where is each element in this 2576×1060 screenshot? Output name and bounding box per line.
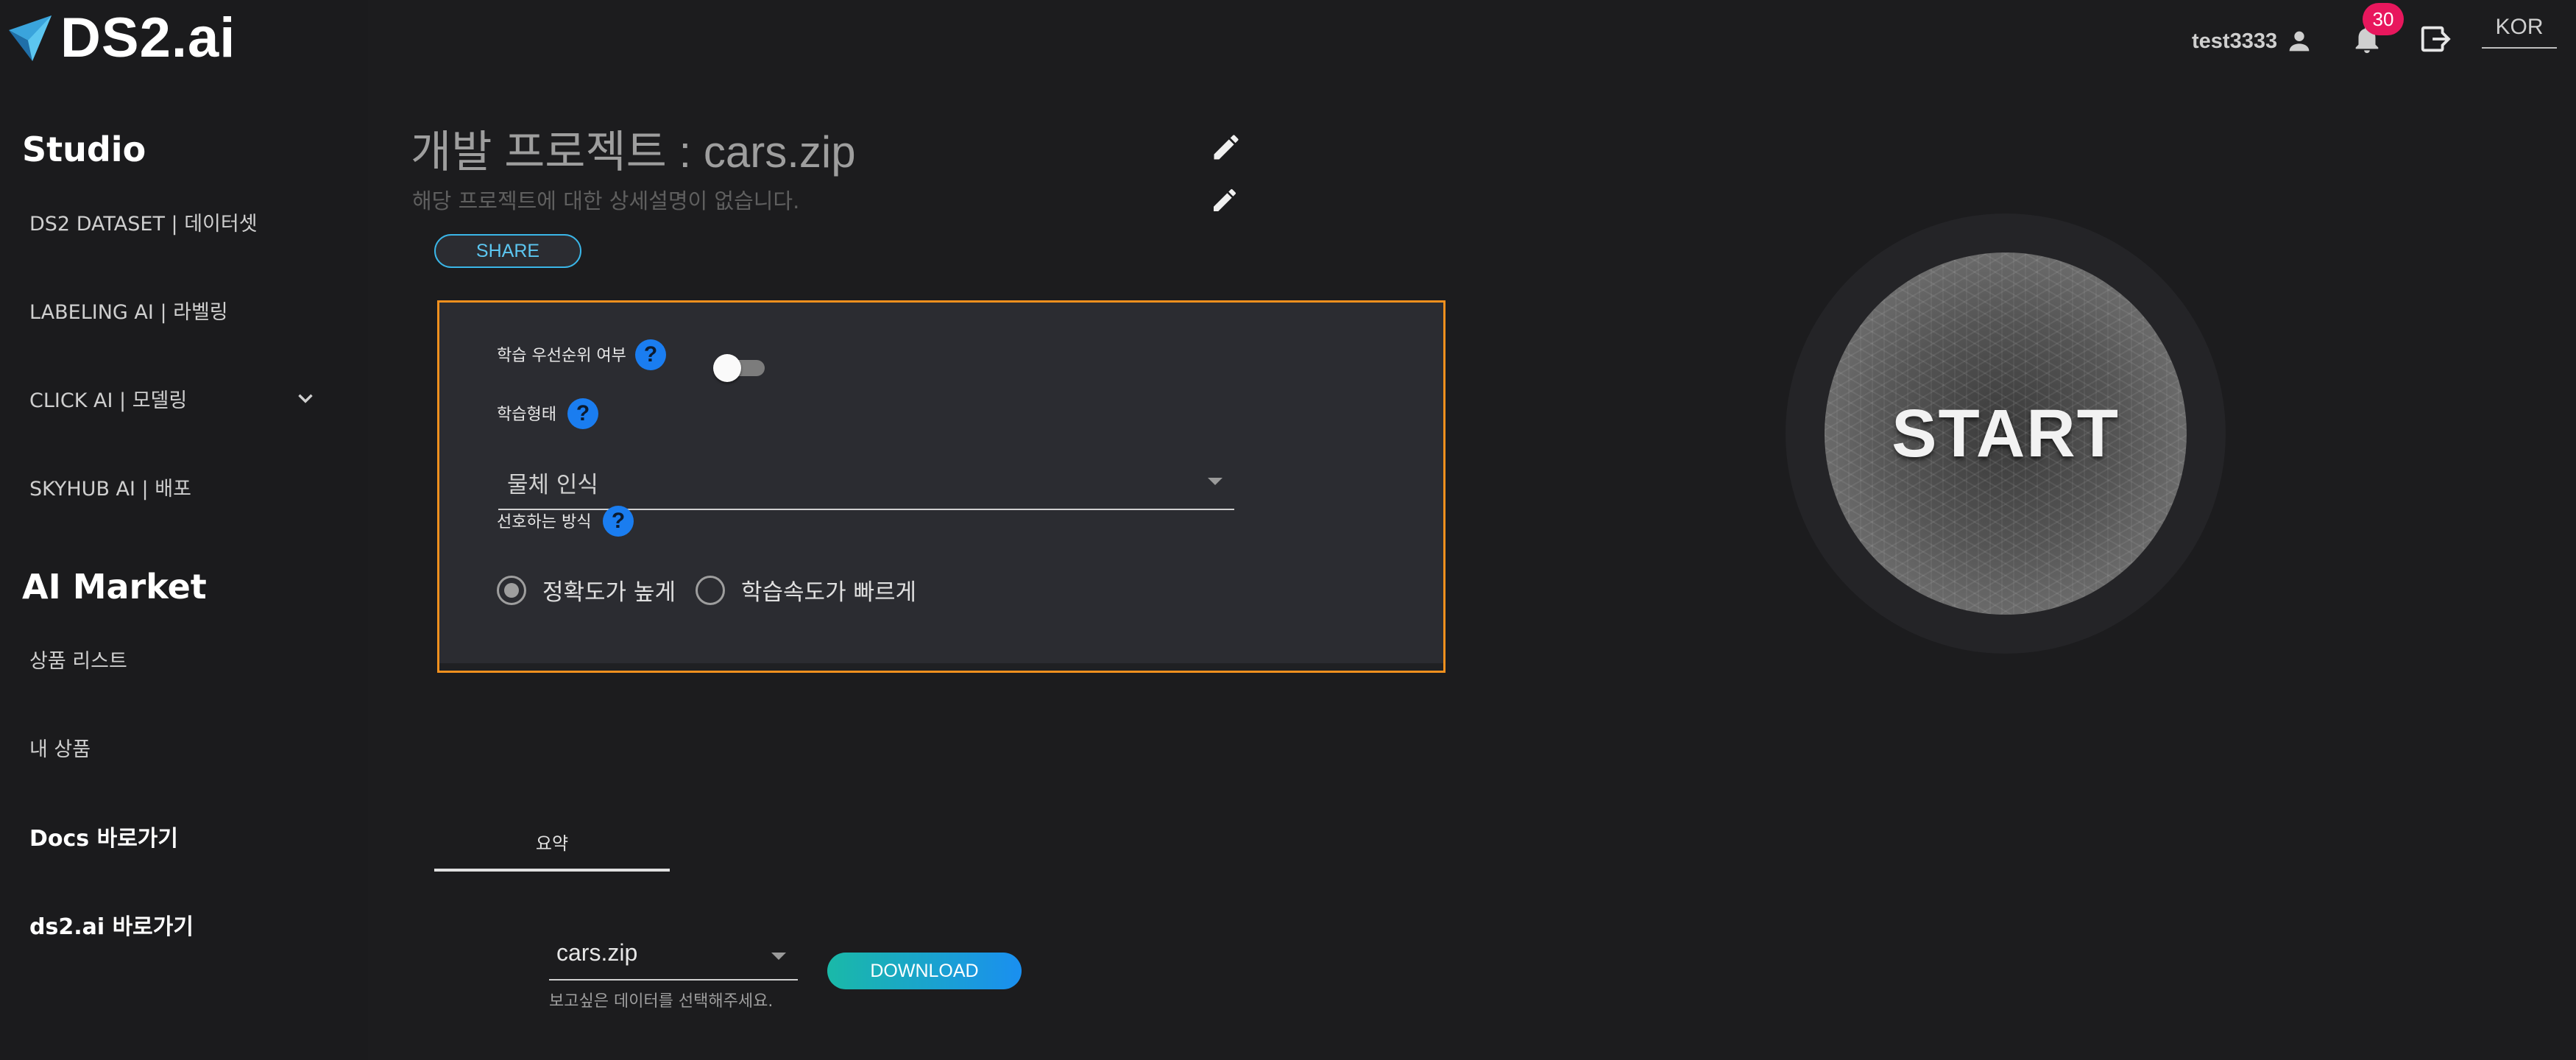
sidebar-item-labeling[interactable]: LABELING AI | 라벨링: [29, 296, 228, 325]
logout-icon[interactable]: [2418, 22, 2452, 56]
app-logo[interactable]: DS2.ai: [7, 10, 236, 66]
ds2-logo-icon: [9, 15, 52, 61]
pencil-icon[interactable]: [1210, 186, 1239, 215]
tab-summary-label: 요약: [535, 833, 569, 854]
ai-market-heading: AI Market: [22, 567, 207, 607]
download-button[interactable]: DOWNLOAD: [827, 953, 1022, 989]
notification-badge: 30: [2363, 3, 2404, 35]
chevron-down-icon[interactable]: [293, 386, 318, 411]
sidebar-item-dataset[interactable]: DS2 DATASET | 데이터셋: [29, 208, 258, 236]
training-settings-panel: 학습 우선순위 여부 ? 학습형태 ? 물체 인식 선호하는 방식 ? 정확도가…: [437, 300, 1446, 673]
pencil-icon[interactable]: [1210, 131, 1242, 163]
data-file-value: cars.zip: [556, 939, 638, 966]
language-selector[interactable]: KOR: [2482, 15, 2557, 49]
priority-toggle[interactable]: [713, 353, 766, 382]
logo-text: DS2.ai: [60, 7, 236, 69]
training-type-select[interactable]: 물체 인식: [498, 450, 1234, 510]
training-type-label: 학습형태: [497, 406, 556, 424]
panel-footer-strip: [439, 663, 1443, 671]
radio-circle: [696, 575, 725, 605]
help-icon[interactable]: ?: [635, 339, 666, 370]
caret-down-icon: [1208, 478, 1222, 485]
username: test3333: [2192, 29, 2278, 53]
docs-link[interactable]: Docs 바로가기: [29, 820, 178, 852]
studio-heading: Studio: [22, 130, 146, 169]
start-button[interactable]: START: [1786, 213, 2226, 654]
radio-circle: [497, 575, 526, 605]
caret-down-icon: [771, 953, 786, 960]
sidebar-item-click-ai[interactable]: CLICK AI | 모델링: [29, 384, 187, 413]
ds2ai-link[interactable]: ds2.ai 바로가기: [29, 908, 194, 941]
training-type-value: 물체 인식: [507, 472, 598, 498]
sidebar-item-my-products[interactable]: 내 상품: [29, 733, 91, 762]
priority-label: 학습 우선순위 여부: [497, 347, 626, 365]
sidebar: DS2.ai Studio DS2 DATASET | 데이터셋 LABELIN…: [0, 0, 368, 1060]
preference-label: 선호하는 방식: [497, 513, 592, 531]
radio-label: 정확도가 높게: [542, 579, 676, 606]
sidebar-item-skyhub[interactable]: SKYHUB AI | 배포: [29, 473, 191, 501]
data-file-select[interactable]: cars.zip: [549, 929, 798, 981]
help-icon[interactable]: ?: [603, 506, 634, 537]
tab-summary[interactable]: 요약: [434, 822, 670, 872]
user-menu[interactable]: test3333: [2192, 26, 2314, 56]
project-description: 해당 프로젝트에 대한 상세설명이 없습니다.: [412, 188, 800, 213]
radio-accuracy[interactable]: 정확도가 높게: [497, 573, 676, 607]
data-select-hint: 보고싶은 데이터를 선택해주세요.: [549, 992, 774, 1011]
radio-label: 학습속도가 빠르게: [741, 579, 917, 606]
start-label: START: [1892, 395, 2120, 471]
toggle-knob: [713, 354, 741, 382]
project-title: 개발 프로젝트 : cars.zip: [411, 127, 856, 177]
help-icon[interactable]: ?: [567, 398, 598, 429]
share-button[interactable]: SHARE: [434, 234, 581, 268]
radio-speed[interactable]: 학습속도가 빠르게: [696, 573, 916, 607]
start-button-face: START: [1825, 252, 2187, 615]
person-icon: [2289, 31, 2310, 52]
sidebar-item-product-list[interactable]: 상품 리스트: [29, 645, 127, 674]
